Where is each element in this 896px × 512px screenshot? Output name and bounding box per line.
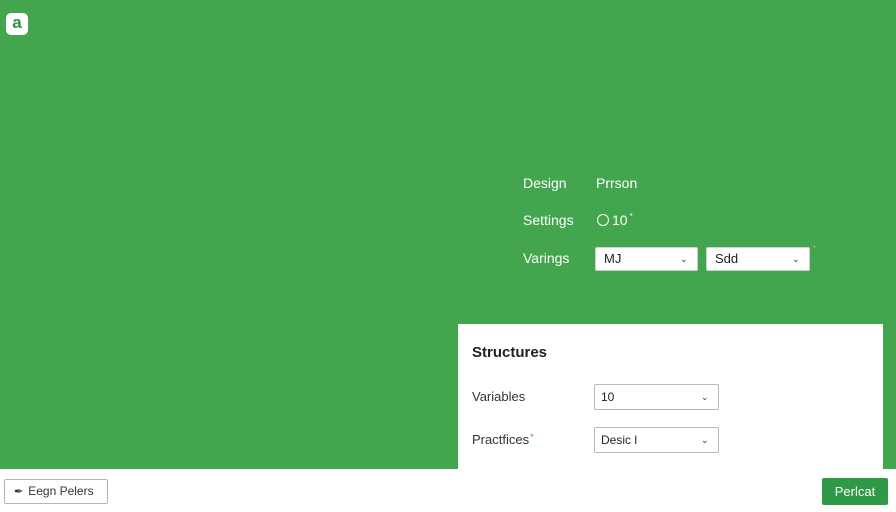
settings-number: 10: [612, 212, 628, 228]
variable-select-2[interactable]: Sdd ⌄: [706, 247, 810, 271]
circle-icon: [597, 214, 609, 226]
pencil-icon: ✒: [14, 486, 24, 498]
variable-select-1-value: MJ: [604, 251, 622, 266]
settings-label: Settings: [523, 212, 574, 228]
panel-title: Structures: [472, 344, 548, 361]
variables-label: Varings: [523, 250, 570, 266]
chevron-down-icon: ⌄: [792, 254, 800, 264]
panel-variables-select[interactable]: 10 ⌄: [594, 384, 719, 410]
design-label: Design: [523, 175, 567, 191]
primary-button[interactable]: Perlcat: [822, 478, 888, 505]
panel-practices-select[interactable]: Desic l ⌄: [594, 427, 719, 453]
structures-panel: Structures Variables 10 ⌄ Practfices* De…: [458, 324, 883, 470]
settings-mark: *: [629, 212, 633, 221]
app-logo: a: [6, 13, 28, 35]
design-value: Prrson: [596, 175, 638, 191]
chevron-down-icon: ⌄: [701, 435, 709, 445]
required-mark: *: [530, 432, 534, 442]
practices-label-text: Practfices: [472, 432, 530, 447]
footer-bar: ✒ Eegn Pelers Perlcat: [0, 469, 896, 512]
panel-practices-label: Practfices*: [472, 432, 534, 447]
edit-button[interactable]: ✒ Eegn Pelers: [4, 479, 108, 504]
settings-value[interactable]: 10 *: [597, 212, 633, 228]
panel-variables-label: Variables: [472, 389, 526, 404]
panel-variables-value: 10: [601, 390, 615, 404]
variable-select-2-value: Sdd: [715, 251, 739, 266]
chevron-down-icon: ⌄: [701, 392, 709, 402]
panel-practices-value: Desic l: [601, 433, 638, 447]
edit-button-label: Eegn Pelers: [28, 484, 94, 498]
tick-mark: ': [814, 246, 816, 253]
variable-select-1[interactable]: MJ ⌄: [595, 247, 698, 271]
chevron-down-icon: ⌄: [680, 254, 688, 264]
